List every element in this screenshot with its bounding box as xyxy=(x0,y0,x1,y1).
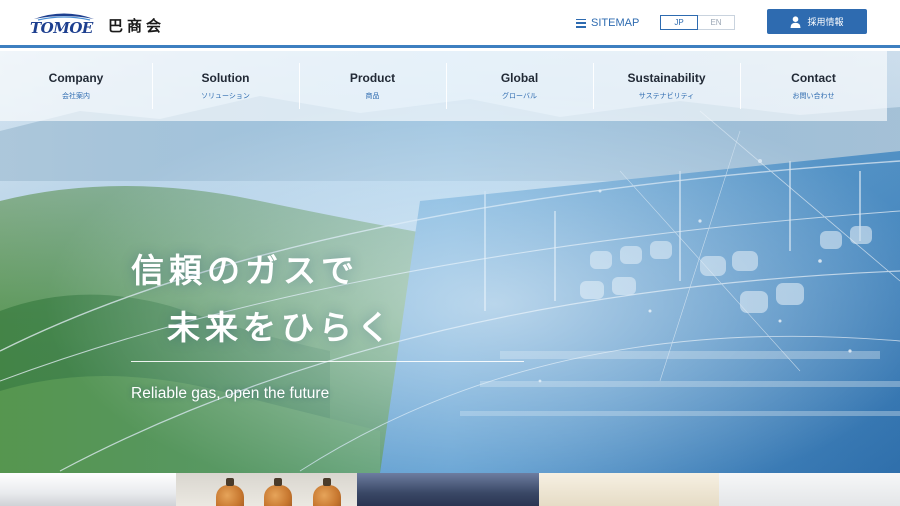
nav-item-global[interactable]: Global グローバル xyxy=(446,51,593,121)
nav-label-en: Company xyxy=(48,71,104,85)
sitemap-label: SITEMAP xyxy=(591,17,640,29)
nav-label-en: Global xyxy=(500,71,539,85)
feature-thumbnail-gas-bottles[interactable] xyxy=(176,473,357,506)
company-logo[interactable]: TOMOE 巴商会 xyxy=(28,10,178,38)
hero-catchcopy-line-2: 未来をひらく xyxy=(167,308,395,347)
nav-item-company[interactable]: Company 会社案内 xyxy=(0,51,152,121)
nav-item-contact[interactable]: Contact お問い合わせ xyxy=(740,51,887,121)
nav-label-jp: 商品 xyxy=(365,92,380,100)
recruit-label: 採用情報 xyxy=(807,18,844,28)
nav-label-jp: サステナビリティ xyxy=(638,92,695,100)
nav-label-en: Contact xyxy=(791,71,836,85)
nav-item-solution[interactable]: Solution ソリューション xyxy=(152,51,299,121)
nav-label-jp: グローバル xyxy=(502,92,537,100)
hero-catchcopy-en: Reliable gas, open the future xyxy=(131,385,330,402)
feature-thumbnail[interactable] xyxy=(357,473,539,506)
company-name-jp: 巴商会 xyxy=(108,17,166,35)
recruit-button[interactable]: 採用情報 xyxy=(767,9,867,34)
nav-label-en: Solution xyxy=(201,71,250,85)
nav-item-sustainability[interactable]: Sustainability サステナビリティ xyxy=(593,51,740,121)
person-icon xyxy=(790,15,801,28)
gas-bottle-image xyxy=(313,478,341,506)
gas-bottle-image xyxy=(264,478,292,506)
nav-label-jp: お問い合わせ xyxy=(792,92,835,100)
nav-label-jp: ソリューション xyxy=(201,92,250,100)
nav-item-product[interactable]: Product 商品 xyxy=(299,51,446,121)
lang-jp-button[interactable]: JP xyxy=(660,15,698,30)
nav-label-jp: 会社案内 xyxy=(62,92,90,100)
feature-thumbnail[interactable] xyxy=(0,473,176,506)
gas-bottle-image xyxy=(216,478,244,506)
lang-en-button[interactable]: EN xyxy=(698,15,735,30)
site-header: TOMOE 巴商会 SITEMAP JP EN 採用情報 xyxy=(0,0,900,48)
sitemap-link[interactable]: SITEMAP xyxy=(576,15,639,31)
hero-divider xyxy=(131,361,524,362)
feature-thumbnails xyxy=(0,473,900,506)
logo-wordmark: TOMOE xyxy=(30,19,93,37)
list-icon xyxy=(576,18,586,28)
nav-label-en: Product xyxy=(349,71,396,85)
nav-label-en: Sustainability xyxy=(627,71,706,85)
hero-catchcopy-line-1: 信頼のガスで xyxy=(131,251,359,290)
language-switcher: JP EN xyxy=(660,15,735,30)
feature-thumbnail[interactable] xyxy=(539,473,719,506)
feature-thumbnail[interactable] xyxy=(719,473,900,506)
global-nav: Company 会社案内 Solution ソリューション Product 商品… xyxy=(0,51,900,121)
